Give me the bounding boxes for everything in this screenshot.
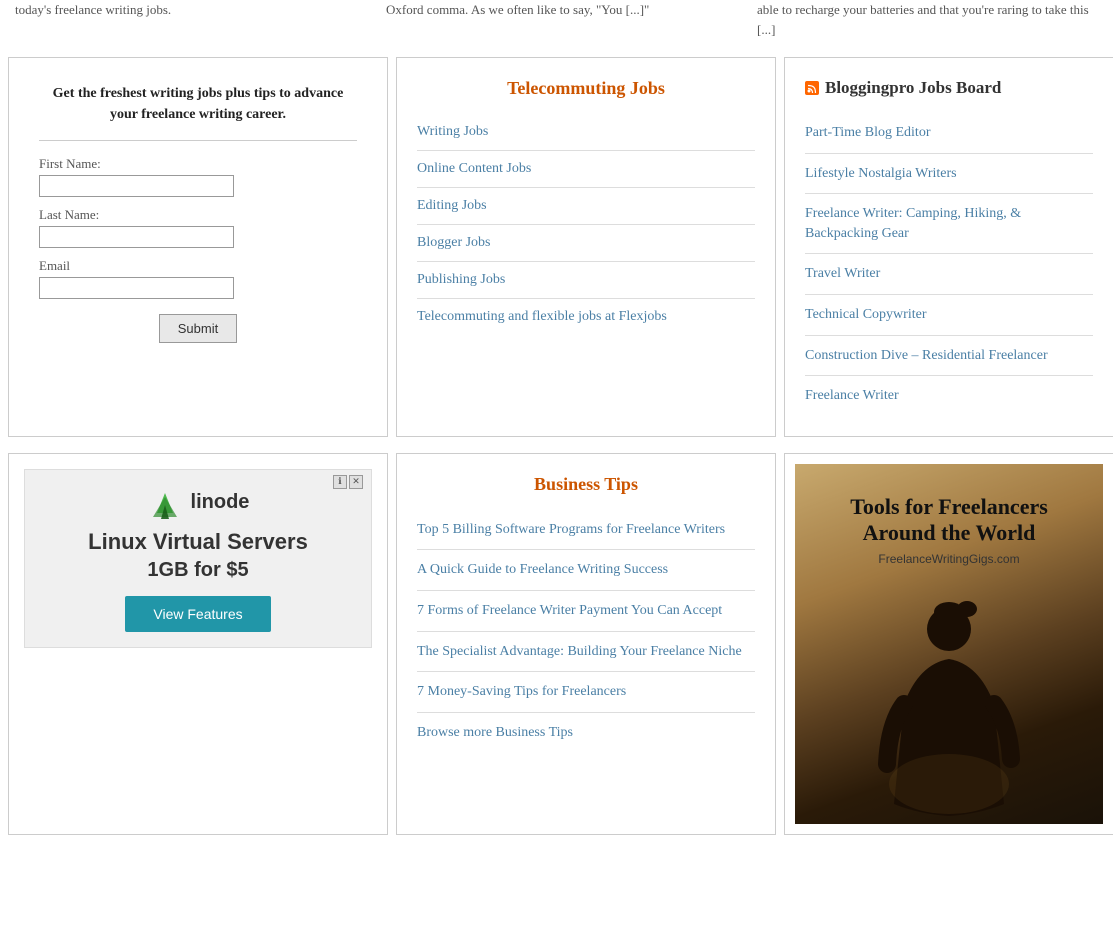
camping-writer-link[interactable]: Freelance Writer: Camping, Hiking, & Bac… [805,206,1021,241]
bloggingpro-title: Bloggingpro Jobs Board [805,78,1093,98]
list-item: Telecommuting and flexible jobs at Flexj… [417,299,755,335]
list-item: A Quick Guide to Freelance Writing Succe… [417,550,755,591]
writing-jobs-link[interactable]: Writing Jobs [417,124,488,139]
ad-subline: 1GB for $5 [40,559,356,582]
ad-brand-text: linode [191,491,250,514]
quick-guide-link[interactable]: A Quick Guide to Freelance Writing Succe… [417,562,668,577]
business-tips-list: Top 5 Billing Software Programs for Free… [417,510,755,753]
telecommuting-title: Telecommuting Jobs [417,78,755,99]
ad-widget: ℹ ✕ linode Linux Virtual Servers [8,453,388,835]
lifestyle-nostalgia-writers-link[interactable]: Lifestyle Nostalgia Writers [805,166,957,181]
bloggingpro-title-text: Bloggingpro Jobs Board [825,78,1001,98]
list-item: Online Content Jobs [417,151,755,188]
technical-copywriter-link[interactable]: Technical Copywriter [805,307,926,322]
business-tips-widget: Business Tips Top 5 Billing Software Pro… [396,453,776,835]
widget-grid-bottom: ℹ ✕ linode Linux Virtual Servers [0,445,1113,843]
person-silhouette [849,584,1049,824]
linode-logo-icon [147,485,183,521]
first-name-input[interactable] [39,175,234,197]
online-content-jobs-link[interactable]: Online Content Jobs [417,161,531,176]
rss-icon [805,81,819,95]
list-item: The Specialist Advantage: Building Your … [417,632,755,673]
tools-image-text: Tools for Freelancers Around the World F… [830,464,1068,576]
blogger-jobs-link[interactable]: Blogger Jobs [417,235,491,250]
last-name-input[interactable] [39,226,234,248]
bloggingpro-widget: Bloggingpro Jobs Board Part-Time Blog Ed… [784,57,1113,437]
list-item: Part-Time Blog Editor [805,113,1093,154]
first-name-group: First Name: [39,156,357,197]
top-strip-text2: Oxford comma. As we often like to say, "… [386,2,649,17]
email-group: Email [39,258,357,299]
telecommuting-jobs-widget: Telecommuting Jobs Writing Jobs Online C… [396,57,776,437]
money-saving-tips-link[interactable]: 7 Money-Saving Tips for Freelancers [417,684,626,699]
list-item: 7 Money-Saving Tips for Freelancers [417,672,755,713]
tools-title-line1: Tools for Freelancers [850,494,1048,520]
list-item: Browse more Business Tips [417,713,755,753]
top-strip-col1: today's freelance writing jobs. [0,0,371,39]
travel-writer-link[interactable]: Travel Writer [805,266,880,281]
widget-grid-top: Get the freshest writing jobs plus tips … [0,49,1113,445]
list-item: Top 5 Billing Software Programs for Free… [417,510,755,551]
list-item: Freelance Writer: Camping, Hiking, & Bac… [805,194,1093,254]
close-icon: ✕ [352,476,360,487]
bloggingpro-list: Part-Time Blog Editor Lifestyle Nostalgi… [805,113,1093,416]
top-strip-col2: Oxford comma. As we often like to say, "… [371,0,742,39]
business-tips-title: Business Tips [417,474,755,495]
list-item: Technical Copywriter [805,295,1093,336]
ad-info-button[interactable]: ℹ [333,475,347,489]
list-item: Editing Jobs [417,188,755,225]
first-name-label: First Name: [39,156,357,172]
email-label: Email [39,258,357,274]
ad-cta-button[interactable]: View Features [125,596,270,632]
top-strip-col3: able to recharge your batteries and that… [742,0,1113,39]
list-item: Blogger Jobs [417,225,755,262]
ad-headline: Linux Virtual Servers [40,529,356,555]
telecommuting-jobs-list: Writing Jobs Online Content Jobs Editing… [417,114,755,335]
last-name-group: Last Name: [39,207,357,248]
construction-dive-link[interactable]: Construction Dive – Residential Freelanc… [805,348,1048,363]
part-time-blog-editor-link[interactable]: Part-Time Blog Editor [805,125,931,140]
ad-logo-row: linode [40,485,356,521]
submit-button[interactable]: Submit [159,314,237,343]
page-wrapper: today's freelance writing jobs. Oxford c… [0,0,1113,843]
list-item: Writing Jobs [417,114,755,151]
ad-controls: ℹ ✕ [333,475,363,489]
flexjobs-link[interactable]: Telecommuting and flexible jobs at Flexj… [417,309,667,324]
forms-payment-link[interactable]: 7 Forms of Freelance Writer Payment You … [417,603,722,618]
tools-widget: Tools for Freelancers Around the World F… [784,453,1113,835]
list-item: Freelance Writer [805,376,1093,416]
list-item: Construction Dive – Residential Freelanc… [805,336,1093,377]
publishing-jobs-link[interactable]: Publishing Jobs [417,272,505,287]
list-item: Travel Writer [805,254,1093,295]
info-icon: ℹ [338,476,341,487]
browse-more-link[interactable]: Browse more Business Tips [417,725,573,740]
list-item: Lifestyle Nostalgia Writers [805,154,1093,195]
billing-software-link[interactable]: Top 5 Billing Software Programs for Free… [417,522,725,537]
ad-close-button[interactable]: ✕ [349,475,363,489]
specialist-advantage-link[interactable]: The Specialist Advantage: Building Your … [417,644,742,659]
freelance-writer-link[interactable]: Freelance Writer [805,388,899,403]
tools-image-container[interactable]: Tools for Freelancers Around the World F… [795,464,1103,824]
newsletter-divider [39,140,357,141]
ad-box: ℹ ✕ linode Linux Virtual Servers [24,469,372,648]
newsletter-widget: Get the freshest writing jobs plus tips … [8,57,388,437]
tools-title-line2: Around the World [850,520,1048,546]
newsletter-headline: Get the freshest writing jobs plus tips … [39,83,357,125]
list-item: 7 Forms of Freelance Writer Payment You … [417,591,755,632]
top-strip-text3: able to recharge your batteries and that… [757,2,1089,37]
list-item: Publishing Jobs [417,262,755,299]
tools-subtitle: FreelanceWritingGigs.com [850,552,1048,566]
email-input[interactable] [39,277,234,299]
top-strip-text1: today's freelance writing jobs. [15,2,171,17]
last-name-label: Last Name: [39,207,357,223]
editing-jobs-link[interactable]: Editing Jobs [417,198,487,213]
top-strip: today's freelance writing jobs. Oxford c… [0,0,1113,49]
